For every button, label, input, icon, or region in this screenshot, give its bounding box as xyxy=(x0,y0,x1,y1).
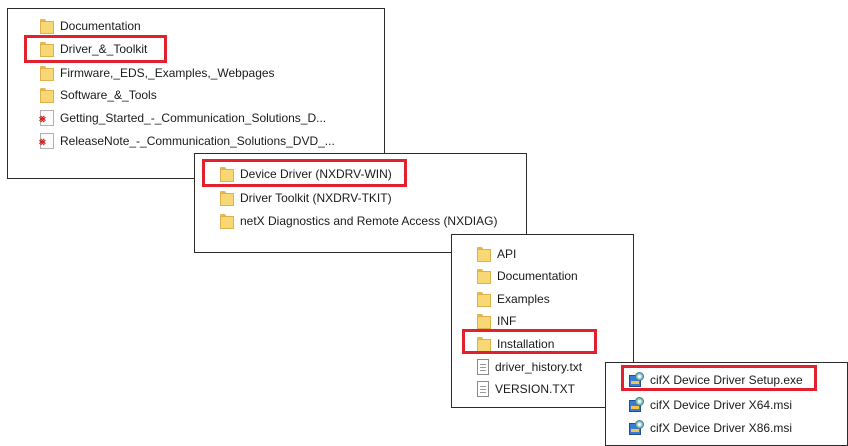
list-item-driver-toolkit[interactable]: Driver_&_Toolkit xyxy=(40,40,147,58)
item-label: ReleaseNote_-_Communication_Solutions_DV… xyxy=(60,134,335,148)
item-label: Firmware,_EDS,_Examples,_Webpages xyxy=(60,66,275,80)
list-item-examples[interactable]: Examples xyxy=(477,290,550,308)
list-item-inf[interactable]: INF xyxy=(477,312,516,330)
list-item-api[interactable]: API xyxy=(477,245,516,263)
item-label: Driver Toolkit (NXDRV-TKIT) xyxy=(240,191,392,205)
list-item-x64-msi[interactable]: cifX Device Driver X64.msi xyxy=(628,396,792,414)
list-item-x86-msi[interactable]: cifX Device Driver X86.msi xyxy=(628,419,792,437)
item-label: Installation xyxy=(497,337,555,351)
item-label: VERSION.TXT xyxy=(495,382,576,396)
folder-icon xyxy=(477,336,491,352)
item-label: driver_history.txt xyxy=(495,360,583,374)
item-label: Documentation xyxy=(60,19,141,33)
folder-icon xyxy=(477,313,491,329)
item-label: cifX Device Driver X86.msi xyxy=(650,421,793,435)
folder-icon xyxy=(40,65,54,81)
item-label: INF xyxy=(497,314,517,328)
list-item-driver-toolkit-tkit[interactable]: Driver Toolkit (NXDRV-TKIT) xyxy=(220,189,392,207)
item-label: cifX Device Driver X64.msi xyxy=(650,398,793,412)
folder-icon xyxy=(477,246,491,262)
text-file-icon xyxy=(477,359,489,375)
installer-icon xyxy=(628,397,644,413)
folder-icon xyxy=(477,268,491,284)
folder-icon xyxy=(40,41,54,57)
list-item-getting-started-pdf[interactable]: ⨳ Getting_Started_-_Communication_Soluti… xyxy=(39,109,327,127)
item-label: Device Driver (NXDRV-WIN) xyxy=(240,167,392,181)
item-label: Software_&_Tools xyxy=(60,88,157,102)
folder-icon xyxy=(477,291,491,307)
text-file-icon xyxy=(477,381,489,397)
list-item-documentation[interactable]: Documentation xyxy=(477,267,578,285)
item-label: Documentation xyxy=(497,269,578,283)
folder-icon xyxy=(40,87,54,103)
list-item-version-txt[interactable]: VERSION.TXT xyxy=(477,380,575,398)
list-item-firmware[interactable]: Firmware,_EDS,_Examples,_Webpages xyxy=(40,64,275,82)
list-item-netx-diagnostics[interactable]: netX Diagnostics and Remote Access (NXDI… xyxy=(220,212,497,230)
pdf-icon: ⨳ xyxy=(39,110,54,126)
item-label: Examples xyxy=(497,292,550,306)
list-item-setup-exe[interactable]: cifX Device Driver Setup.exe xyxy=(628,371,803,389)
item-label: cifX Device Driver Setup.exe xyxy=(650,373,803,387)
list-item-installation[interactable]: Installation xyxy=(477,335,554,353)
list-item-device-driver[interactable]: Device Driver (NXDRV-WIN) xyxy=(220,165,392,183)
list-item-driver-history[interactable]: driver_history.txt xyxy=(477,358,582,376)
installer-icon xyxy=(628,372,644,388)
item-label: API xyxy=(497,247,517,261)
pdf-icon: ⨳ xyxy=(39,133,54,149)
folder-icon xyxy=(220,166,234,182)
list-item-documentation[interactable]: Documentation xyxy=(40,17,141,35)
installer-icon xyxy=(628,420,644,436)
item-label: netX Diagnostics and Remote Access (NXDI… xyxy=(240,214,498,228)
list-item-software-tools[interactable]: Software_&_Tools xyxy=(40,86,157,104)
folder-icon xyxy=(40,18,54,34)
file-list-installation: cifX Device Driver Setup.exe cifX Device… xyxy=(605,362,848,446)
folder-icon xyxy=(220,190,234,206)
item-label: Driver_&_Toolkit xyxy=(60,42,148,56)
folder-icon xyxy=(220,213,234,229)
list-item-releasenote-pdf[interactable]: ⨳ ReleaseNote_-_Communication_Solutions_… xyxy=(39,132,335,150)
item-label: Getting_Started_-_Communication_Solution… xyxy=(60,111,327,125)
